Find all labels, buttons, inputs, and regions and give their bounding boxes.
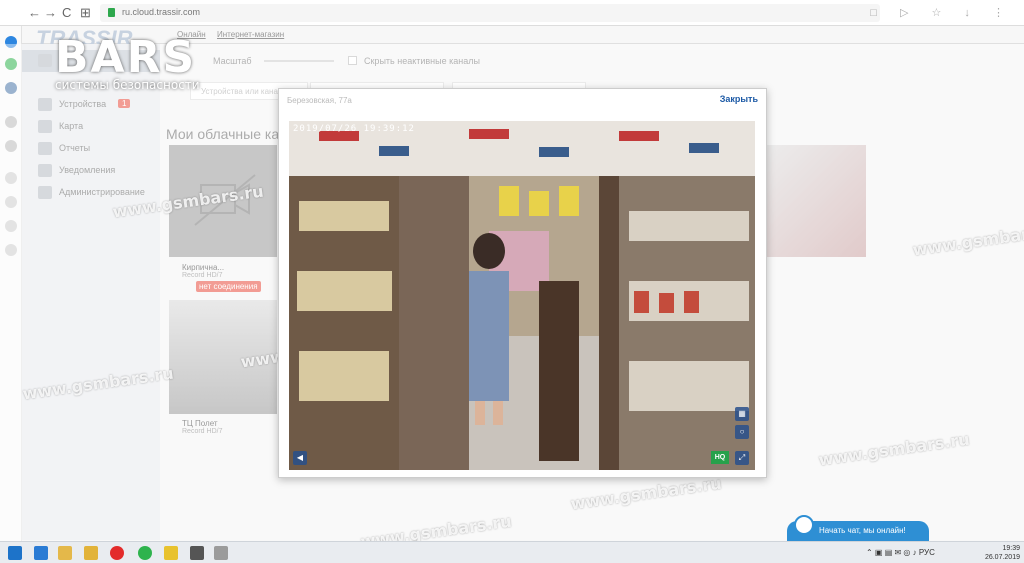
store-scene-image (289, 121, 755, 470)
close-button[interactable]: Закрыть (720, 94, 758, 104)
hq-toggle[interactable]: HQ (711, 451, 729, 464)
bars-subtitle: системы безопасности (55, 78, 200, 92)
speaker-icon[interactable]: ◀ (293, 451, 307, 465)
fullscreen-icon[interactable]: ⤢ (735, 451, 749, 465)
forward-button[interactable]: → (44, 5, 57, 20)
windows-start-icon[interactable] (8, 546, 22, 560)
app-icon[interactable] (58, 546, 72, 560)
apps-button[interactable]: ⊞ (80, 5, 91, 21)
tray-icons[interactable]: ⌃ ▣ ▤ ✉ ◎ ♪ РУС (866, 548, 935, 557)
app2-icon[interactable] (164, 546, 178, 560)
calculator-icon[interactable] (190, 546, 204, 560)
edge-icon[interactable] (34, 546, 48, 560)
zoom-icon[interactable]: ○ (735, 425, 749, 439)
whatsapp-taskbar-icon[interactable] (138, 546, 152, 560)
folder-icon[interactable] (84, 546, 98, 560)
chat-label: Начать чат, мы онлайн! (819, 526, 906, 535)
back-button[interactable]: ← (28, 5, 41, 20)
camera-modal: Березовская, 77а Закрыть 2019/07/26 19:3… (278, 88, 767, 478)
chat-widget[interactable]: Начать чат, мы онлайн! (787, 515, 929, 541)
extension-icons[interactable]: □ ▷ ☆ ↓ ⋮ (870, 6, 1014, 19)
chat-icon (794, 515, 814, 535)
windows-taskbar: ⌃ ▣ ▤ ✉ ◎ ♪ РУС 19:39 26.07.2019 (0, 541, 1024, 563)
header-link-shop[interactable]: Интернет-магазин (217, 30, 284, 39)
lock-icon (108, 8, 115, 17)
url-text: ru.cloud.trassir.com (122, 7, 201, 17)
modal-title: Березовская, 77а (287, 96, 352, 105)
browser-toolbar: ← → C ⊞ ru.cloud.trassir.com □ ▷ ☆ ↓ ⋮ (0, 0, 1024, 26)
address-bar[interactable]: ru.cloud.trassir.com (100, 4, 880, 22)
video-timestamp: 2019/07/26 19:39:12 (293, 124, 415, 134)
tool-icon[interactable] (214, 546, 228, 560)
reload-button[interactable]: C (62, 5, 71, 20)
language-indicator[interactable]: РУС (919, 548, 935, 557)
video-feed[interactable]: 2019/07/26 19:39:12 ◀ ▦ ○ ⤢ HQ (289, 121, 755, 470)
opera-icon[interactable] (110, 546, 124, 560)
clock[interactable]: 19:39 26.07.2019 (985, 544, 1020, 562)
bars-logo: BARS (55, 32, 197, 83)
ptz-icon[interactable]: ▦ (735, 407, 749, 421)
